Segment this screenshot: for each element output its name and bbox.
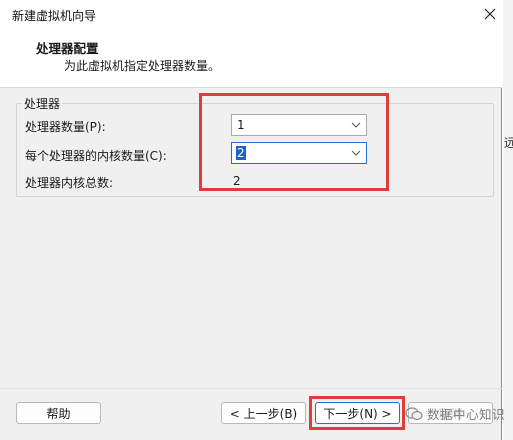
- background-window: [503, 0, 513, 440]
- processor-count-value: 1: [237, 118, 245, 132]
- chevron-down-icon: [351, 150, 361, 156]
- processor-count-select[interactable]: 1: [231, 114, 367, 136]
- new-vm-wizard-dialog: 新建虚拟机向导 处理器配置 为此虚拟机指定处理器数量。 处理器 处理器数量(P)…: [0, 0, 502, 440]
- page-title: 处理器配置: [36, 41, 99, 56]
- back-button[interactable]: < 上一步(B): [221, 402, 306, 424]
- close-icon[interactable]: [478, 2, 502, 26]
- wechat-icon: [405, 406, 423, 420]
- title-bar: 新建虚拟机向导: [0, 0, 502, 30]
- chevron-down-icon: [351, 122, 361, 128]
- window-title: 新建虚拟机向导: [12, 9, 97, 23]
- page-subtitle: 为此虚拟机指定处理器数量。: [64, 59, 221, 73]
- total-cores-value: 2: [233, 174, 241, 188]
- next-button[interactable]: 下一步(N) >: [315, 402, 400, 424]
- total-cores-label: 处理器内核总数:: [25, 176, 114, 190]
- cores-per-processor-label: 每个处理器的内核数量(C):: [25, 149, 167, 163]
- footer-divider: [0, 388, 502, 389]
- watermark-text: 数据中心知识: [427, 407, 506, 422]
- wizard-header: 处理器配置 为此虚拟机指定处理器数量。: [0, 30, 502, 88]
- background-window-text: 远: [504, 136, 513, 150]
- cores-per-processor-select[interactable]: 2: [231, 142, 367, 164]
- watermark: 数据中心知识: [405, 404, 505, 423]
- processor-group-legend: 处理器: [22, 95, 63, 112]
- cores-per-processor-value: 2: [236, 146, 246, 160]
- help-button[interactable]: 帮助: [16, 402, 101, 424]
- processor-count-label: 处理器数量(P):: [25, 120, 106, 134]
